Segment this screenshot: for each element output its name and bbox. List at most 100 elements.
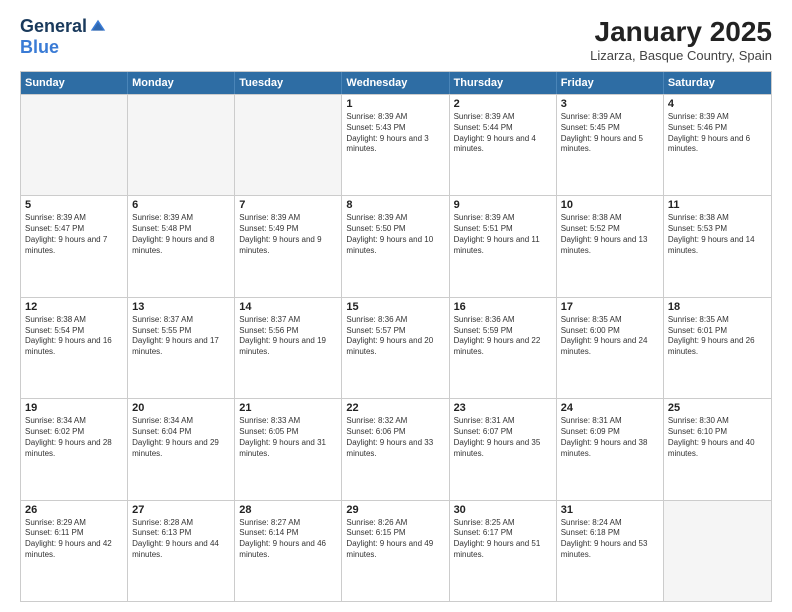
day-number: 15: [346, 301, 444, 313]
calendar-cell: 1 Sunrise: 8:39 AMSunset: 5:43 PMDaylight…: [342, 95, 449, 195]
calendar-cell: 7Sunrise: 8:39 AMSunset: 5:49 PMDaylight…: [235, 196, 342, 296]
cell-info: Sunrise: 8:37 AMSunset: 5:55 PMDaylight:…: [132, 315, 230, 358]
month-title: January 2025: [590, 16, 772, 48]
calendar-cell: 19 Sunrise: 8:34 AMSunset: 6:02 PMDayligh…: [21, 399, 128, 499]
day-number: 7: [239, 199, 337, 211]
day-number: 16: [454, 301, 552, 313]
day-number: 31: [561, 504, 659, 516]
cell-info: Sunrise: 8:38 AMSunset: 5:53 PMDaylight:…: [668, 213, 767, 256]
calendar-cell: 3 Sunrise: 8:39 AMSunset: 5:45 PMDaylight…: [557, 95, 664, 195]
day-number: 30: [454, 504, 552, 516]
calendar-cell: 9 Sunrise: 8:39 AMSunset: 5:51 PMDaylight…: [450, 196, 557, 296]
header-friday: Friday: [557, 72, 664, 94]
day-number: 25: [668, 402, 767, 414]
calendar-cell: [664, 501, 771, 601]
cell-info: Sunrise: 8:32 AMSunset: 6:06 PMDaylight:…: [346, 416, 444, 459]
calendar-cell: 22 Sunrise: 8:32 AMSunset: 6:06 PMDayligh…: [342, 399, 449, 499]
day-number: 26: [25, 504, 123, 516]
calendar-cell: 13 Sunrise: 8:37 AMSunset: 5:55 PMDayligh…: [128, 298, 235, 398]
calendar-cell: 10Sunrise: 8:38 AMSunset: 5:52 PMDayligh…: [557, 196, 664, 296]
calendar-cell: 17Sunrise: 8:35 AMSunset: 6:00 PMDayligh…: [557, 298, 664, 398]
calendar-cell: 31 Sunrise: 8:24 AMSunset: 6:18 PMDayligh…: [557, 501, 664, 601]
header-saturday: Saturday: [664, 72, 771, 94]
logo: General Blue: [20, 16, 107, 58]
cell-info: Sunrise: 8:34 AMSunset: 6:04 PMDaylight:…: [132, 416, 230, 459]
logo-general-text: General: [20, 16, 87, 37]
cell-info: Sunrise: 8:39 AMSunset: 5:45 PMDaylight:…: [561, 112, 659, 155]
cell-info: Sunrise: 8:37 AMSunset: 5:56 PMDaylight:…: [239, 315, 337, 358]
cell-info: Sunrise: 8:28 AMSunset: 6:13 PMDaylight:…: [132, 518, 230, 561]
calendar-cell: 8 Sunrise: 8:39 AMSunset: 5:50 PMDaylight…: [342, 196, 449, 296]
cell-info: Sunrise: 8:30 AMSunset: 6:10 PMDaylight:…: [668, 416, 767, 459]
calendar-cell: 25 Sunrise: 8:30 AMSunset: 6:10 PMDayligh…: [664, 399, 771, 499]
cell-info: Sunrise: 8:25 AMSunset: 6:17 PMDaylight:…: [454, 518, 552, 561]
cell-info: Sunrise: 8:39 AMSunset: 5:44 PMDaylight:…: [454, 112, 552, 155]
cell-info: Sunrise: 8:33 AMSunset: 6:05 PMDaylight:…: [239, 416, 337, 459]
day-number: 13: [132, 301, 230, 313]
cell-info: Sunrise: 8:34 AMSunset: 6:02 PMDaylight:…: [25, 416, 123, 459]
day-number: 23: [454, 402, 552, 414]
day-number: 3: [561, 98, 659, 110]
day-number: 27: [132, 504, 230, 516]
calendar-row-3: 12 Sunrise: 8:38 AMSunset: 5:54 PMDayligh…: [21, 297, 771, 398]
cell-info: Sunrise: 8:27 AMSunset: 6:14 PMDaylight:…: [239, 518, 337, 561]
calendar-cell: 18Sunrise: 8:35 AMSunset: 6:01 PMDayligh…: [664, 298, 771, 398]
day-number: 1: [346, 98, 444, 110]
calendar-cell: 24 Sunrise: 8:31 AMSunset: 6:09 PMDayligh…: [557, 399, 664, 499]
day-number: 21: [239, 402, 337, 414]
calendar-cell: 14Sunrise: 8:37 AMSunset: 5:56 PMDayligh…: [235, 298, 342, 398]
day-number: 22: [346, 402, 444, 414]
day-number: 11: [668, 199, 767, 211]
cell-info: Sunrise: 8:36 AMSunset: 5:57 PMDaylight:…: [346, 315, 444, 358]
day-number: 20: [132, 402, 230, 414]
cell-info: Sunrise: 8:24 AMSunset: 6:18 PMDaylight:…: [561, 518, 659, 561]
header-sunday: Sunday: [21, 72, 128, 94]
cell-info: Sunrise: 8:35 AMSunset: 6:01 PMDaylight:…: [668, 315, 767, 358]
logo-blue-text: Blue: [20, 37, 59, 58]
calendar-cell: 23 Sunrise: 8:31 AMSunset: 6:07 PMDayligh…: [450, 399, 557, 499]
calendar-row-2: 5Sunrise: 8:39 AMSunset: 5:47 PMDaylight…: [21, 195, 771, 296]
cell-info: Sunrise: 8:31 AMSunset: 6:09 PMDaylight:…: [561, 416, 659, 459]
cell-info: Sunrise: 8:38 AMSunset: 5:54 PMDaylight:…: [25, 315, 123, 358]
cell-info: Sunrise: 8:39 AMSunset: 5:43 PMDaylight:…: [346, 112, 444, 155]
calendar-cell: 2 Sunrise: 8:39 AMSunset: 5:44 PMDaylight…: [450, 95, 557, 195]
header-wednesday: Wednesday: [342, 72, 449, 94]
calendar-cell: 29 Sunrise: 8:26 AMSunset: 6:15 PMDayligh…: [342, 501, 449, 601]
day-number: 12: [25, 301, 123, 313]
calendar-cell: 5Sunrise: 8:39 AMSunset: 5:47 PMDaylight…: [21, 196, 128, 296]
cell-info: Sunrise: 8:35 AMSunset: 6:00 PMDaylight:…: [561, 315, 659, 358]
calendar-cell: 11 Sunrise: 8:38 AMSunset: 5:53 PMDayligh…: [664, 196, 771, 296]
day-number: 10: [561, 199, 659, 211]
cell-info: Sunrise: 8:26 AMSunset: 6:15 PMDaylight:…: [346, 518, 444, 561]
header-tuesday: Tuesday: [235, 72, 342, 94]
day-number: 9: [454, 199, 552, 211]
calendar-header: Sunday Monday Tuesday Wednesday Thursday…: [21, 72, 771, 94]
calendar-cell: 6 Sunrise: 8:39 AMSunset: 5:48 PMDaylight…: [128, 196, 235, 296]
day-number: 29: [346, 504, 444, 516]
calendar-cell: 16 Sunrise: 8:36 AMSunset: 5:59 PMDayligh…: [450, 298, 557, 398]
calendar-cell: 21 Sunrise: 8:33 AMSunset: 6:05 PMDayligh…: [235, 399, 342, 499]
cell-info: Sunrise: 8:36 AMSunset: 5:59 PMDaylight:…: [454, 315, 552, 358]
day-number: 4: [668, 98, 767, 110]
calendar-cell: 20 Sunrise: 8:34 AMSunset: 6:04 PMDayligh…: [128, 399, 235, 499]
day-number: 24: [561, 402, 659, 414]
calendar-cell: 12 Sunrise: 8:38 AMSunset: 5:54 PMDayligh…: [21, 298, 128, 398]
calendar-cell: 4 Sunrise: 8:39 AMSunset: 5:46 PMDaylight…: [664, 95, 771, 195]
day-number: 19: [25, 402, 123, 414]
day-number: 6: [132, 199, 230, 211]
cell-info: Sunrise: 8:39 AMSunset: 5:48 PMDaylight:…: [132, 213, 230, 256]
header-thursday: Thursday: [450, 72, 557, 94]
location-subtitle: Lizarza, Basque Country, Spain: [590, 48, 772, 63]
cell-info: Sunrise: 8:39 AMSunset: 5:46 PMDaylight:…: [668, 112, 767, 155]
calendar-row-4: 19 Sunrise: 8:34 AMSunset: 6:02 PMDayligh…: [21, 398, 771, 499]
day-number: 2: [454, 98, 552, 110]
title-block: January 2025 Lizarza, Basque Country, Sp…: [590, 16, 772, 63]
cell-info: Sunrise: 8:39 AMSunset: 5:50 PMDaylight:…: [346, 213, 444, 256]
cell-info: Sunrise: 8:39 AMSunset: 5:51 PMDaylight:…: [454, 213, 552, 256]
cell-info: Sunrise: 8:29 AMSunset: 6:11 PMDaylight:…: [25, 518, 123, 561]
calendar-cell: [235, 95, 342, 195]
cell-info: Sunrise: 8:39 AMSunset: 5:47 PMDaylight:…: [25, 213, 123, 256]
cell-info: Sunrise: 8:31 AMSunset: 6:07 PMDaylight:…: [454, 416, 552, 459]
calendar-cell: 15 Sunrise: 8:36 AMSunset: 5:57 PMDayligh…: [342, 298, 449, 398]
day-number: 8: [346, 199, 444, 211]
